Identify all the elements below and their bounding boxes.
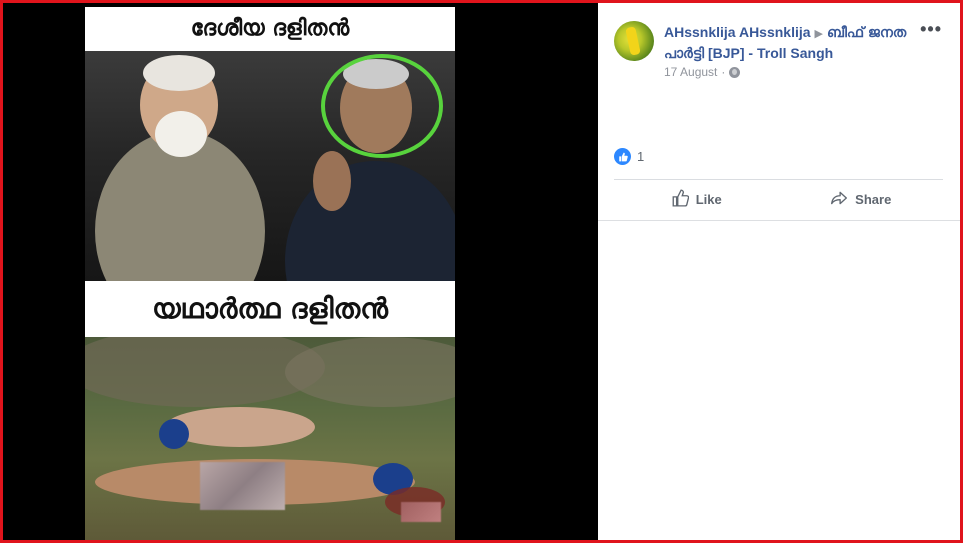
post-bottom-divider [598, 220, 960, 221]
like-reaction-icon [614, 148, 631, 165]
post-actions: Like Share [614, 181, 943, 217]
share-button[interactable]: Share [779, 181, 944, 217]
post-header: AHssnklija AHssnklija ▶ ബീഫ് ജനത പാർട്ടി [… [664, 23, 924, 63]
post-date[interactable]: 17 August [664, 65, 717, 79]
reaction-count: 1 [637, 149, 645, 164]
blurred-region-1 [200, 462, 285, 510]
meme-image: ദേശീയ ദളിതൻ യഥാർത്ഥ ദളിതൻ [85, 7, 455, 540]
avatar[interactable] [614, 21, 654, 61]
highlight-circle [321, 54, 443, 158]
globe-icon[interactable] [729, 66, 741, 78]
meta-separator: · [721, 65, 726, 79]
author-name[interactable]: AHssnklija AHssnklija [664, 24, 811, 40]
post-meta: 17 August · [664, 65, 741, 79]
share-label: Share [855, 191, 892, 207]
post-panel: AHssnklija AHssnklija ▶ ബീഫ് ജനത പാർട്ടി [… [598, 3, 960, 540]
actions-divider [614, 179, 943, 180]
meme-photo-leaders [85, 51, 455, 281]
like-button[interactable]: Like [614, 181, 779, 217]
meme-photo-ground [85, 337, 455, 540]
blurred-region-2 [401, 502, 441, 522]
more-options-button[interactable]: ••• [920, 19, 942, 40]
thumbs-up-icon [671, 188, 689, 210]
share-icon [830, 189, 848, 210]
meme-caption-top: ദേശീയ ദളിതൻ [190, 16, 350, 41]
caret-right-icon: ▶ [814, 28, 824, 40]
photo-viewer[interactable]: ദേശീയ ദളിതൻ യഥാർത്ഥ ദളിതൻ [3, 3, 598, 540]
reaction-summary[interactable]: 1 [614, 148, 644, 165]
meme-caption-middle: യഥാർത്ഥ ദളിതൻ [151, 292, 389, 325]
like-label: Like [695, 191, 722, 207]
